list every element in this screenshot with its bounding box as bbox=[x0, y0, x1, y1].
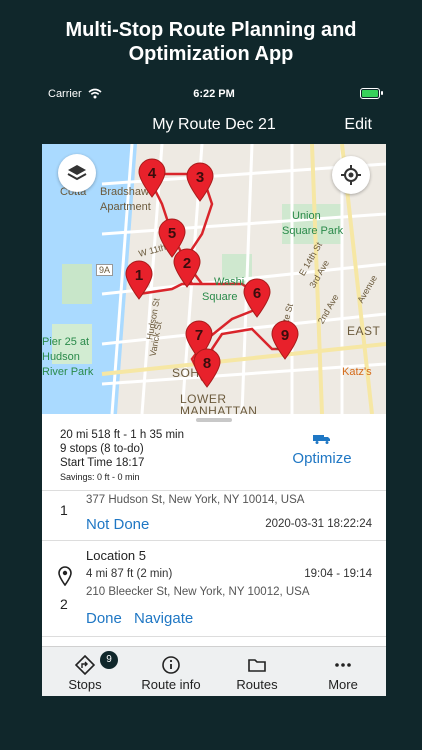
map-pin-9[interactable]: 9 bbox=[270, 320, 300, 360]
tab-stops-label: Stops bbox=[68, 677, 102, 692]
map-pin-6[interactable]: 6 bbox=[242, 278, 272, 318]
map-pin-1[interactable]: 1 bbox=[124, 260, 154, 300]
status-bar: Carrier 6:22 PM bbox=[42, 80, 386, 108]
truck-icon bbox=[313, 435, 330, 444]
map-label-9a: 9A bbox=[96, 264, 114, 276]
more-dots-icon bbox=[335, 663, 351, 667]
stop-1-status-link[interactable]: Not Done bbox=[86, 516, 149, 533]
stops-count-badge: 9 bbox=[100, 651, 118, 669]
map-label-apartment: Apartment bbox=[100, 201, 151, 213]
layers-icon bbox=[67, 165, 87, 181]
map-label-pier-3: River Park bbox=[42, 366, 94, 378]
map-label-katz: Katz's bbox=[342, 366, 372, 378]
route-summary: 20 mi 518 ft - 1 h 35 min 9 stops (8 to-… bbox=[60, 428, 184, 484]
divider bbox=[42, 490, 386, 491]
pin-4-number: 4 bbox=[147, 165, 157, 182]
divider bbox=[42, 636, 386, 637]
stop-2-time-window: 19:04 - 19:14 bbox=[304, 568, 372, 580]
tab-stops[interactable]: 9 Stops bbox=[42, 647, 128, 696]
map-label-union-1: Union bbox=[292, 210, 321, 222]
map-pin-5[interactable]: 5 bbox=[157, 218, 187, 258]
status-time: 6:22 PM bbox=[193, 88, 235, 100]
map-label-pier-2: Hudson bbox=[42, 351, 80, 363]
stop-2-number: 2 bbox=[60, 596, 68, 612]
optimize-button[interactable]: Optimize bbox=[276, 434, 368, 467]
summary-distance-time: 20 mi 518 ft - 1 h 35 min bbox=[60, 429, 185, 441]
pin-9-number: 9 bbox=[280, 327, 290, 344]
stop-1-timestamp: 2020-03-31 18:22:24 bbox=[265, 518, 372, 530]
pin-6-number: 6 bbox=[252, 285, 262, 302]
pier-park bbox=[62, 264, 92, 304]
divider bbox=[42, 540, 386, 541]
stop-2-done-button[interactable]: Done bbox=[86, 610, 122, 627]
battery-fill bbox=[362, 90, 378, 97]
tab-more-label: More bbox=[328, 677, 358, 692]
tab-routes[interactable]: Routes bbox=[214, 647, 300, 696]
map-pin-3[interactable]: 3 bbox=[185, 162, 215, 202]
edit-button[interactable]: Edit bbox=[344, 116, 372, 134]
location-target-icon bbox=[341, 165, 361, 185]
pin-1-number: 1 bbox=[134, 267, 144, 284]
battery-icon bbox=[360, 88, 383, 99]
tab-bar: 9 Stops Route info Routes More bbox=[42, 646, 386, 696]
map-label-pier-1: Pier 25 at bbox=[42, 336, 90, 348]
pin-5-number: 5 bbox=[167, 225, 177, 242]
stop-2-address: 210 Bleecker St, New York, NY 10012, USA bbox=[86, 586, 310, 598]
map-layers-button[interactable] bbox=[58, 154, 96, 192]
sheet-drag-handle[interactable] bbox=[196, 418, 232, 422]
stop-2-leg: 4 mi 87 ft (2 min) bbox=[86, 568, 173, 580]
promo-line-2: Optimization App bbox=[128, 43, 294, 65]
stop-1-address: 377 Hudson St, New York, NY 10014, USA bbox=[86, 494, 305, 506]
map-pin-8[interactable]: 8 bbox=[192, 348, 222, 388]
nav-bar: My Route Dec 21 Edit bbox=[42, 110, 386, 140]
promo-headline: Multi-Stop Route Planning and Optimizati… bbox=[0, 18, 422, 66]
folder-icon bbox=[248, 659, 266, 672]
summary-stops: 9 stops (8 to-do) bbox=[60, 443, 144, 455]
map-label-manhattan: MANHATTAN bbox=[180, 404, 258, 414]
tab-route-info-label: Route info bbox=[141, 677, 201, 692]
map-label-wash-1: Washi bbox=[214, 276, 245, 288]
optimize-label: Optimize bbox=[292, 450, 352, 467]
locate-me-button[interactable] bbox=[332, 156, 370, 194]
route-title: My Route Dec 21 bbox=[152, 116, 276, 133]
pin-3-number: 3 bbox=[195, 169, 205, 186]
tab-more[interactable]: More bbox=[300, 647, 386, 696]
stop-2-navigate-button[interactable]: Navigate bbox=[134, 610, 193, 627]
summary-start-time: Start Time 18:17 bbox=[60, 457, 145, 469]
location-pin-icon bbox=[58, 566, 72, 586]
phone-screen: Carrier 6:22 PM My Route Dec 21 Edit Cot… bbox=[42, 80, 386, 696]
map-label-union-2: Square Park bbox=[282, 225, 344, 237]
summary-savings: Savings: 0 ft - 0 min bbox=[60, 472, 140, 482]
promo-line-1: Multi-Stop Route Planning and bbox=[65, 19, 357, 41]
pin-7-number: 7 bbox=[194, 327, 204, 344]
info-icon bbox=[162, 656, 180, 674]
pin-8-number: 8 bbox=[202, 355, 212, 372]
stop-2-name: Location 5 bbox=[86, 548, 146, 563]
map-pin-4[interactable]: 4 bbox=[137, 158, 167, 198]
map-label-wash-2: Square bbox=[202, 291, 238, 303]
map-label-east: EAST bbox=[347, 324, 381, 338]
route-map[interactable]: Cotta Bradshaw Apartment Union Square Pa… bbox=[42, 144, 386, 414]
stop-1-number: 1 bbox=[60, 502, 68, 518]
route-sign-icon bbox=[75, 655, 95, 675]
route-bottom-sheet: 20 mi 518 ft - 1 h 35 min 9 stops (8 to-… bbox=[42, 414, 386, 646]
tab-route-info[interactable]: Route info bbox=[128, 647, 214, 696]
tab-routes-label: Routes bbox=[236, 677, 278, 692]
